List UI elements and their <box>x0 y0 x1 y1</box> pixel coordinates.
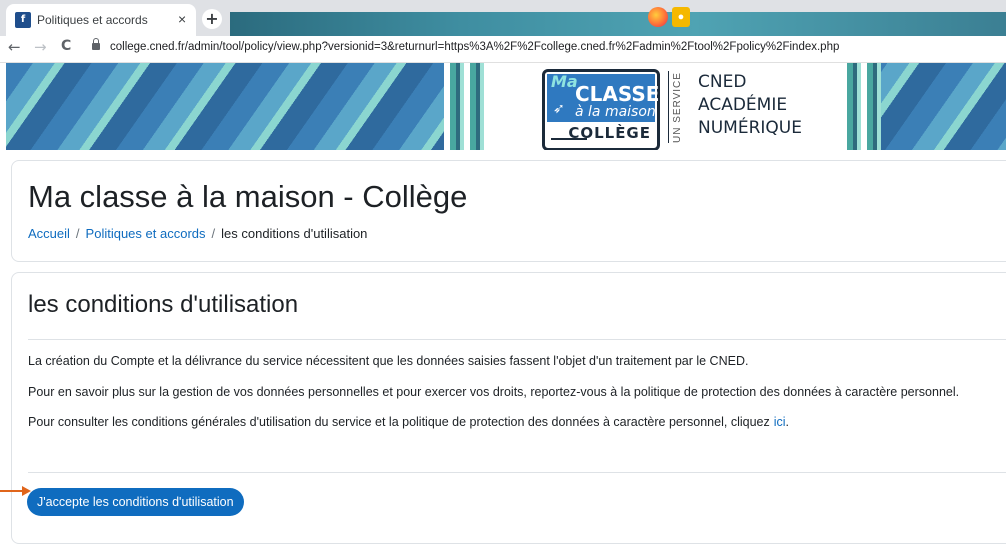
breadcrumb-separator: / <box>75 226 80 241</box>
ma-classe-logo[interactable]: Ma CLASSE ➶ à la maison COLLÈGE <box>542 69 660 150</box>
firefox-icon[interactable] <box>648 7 668 27</box>
policy-paragraph-3-text: Pour consulter les conditions générales … <box>28 415 770 429</box>
cned-academie-numerique-logo: CNED ACADÉMIE NUMÉRIQUE <box>698 71 802 140</box>
tab-close-icon[interactable]: × <box>178 11 186 27</box>
policy-paragraph-3-end: . <box>785 415 790 429</box>
annotation-arrow-head <box>22 486 31 496</box>
lock-icon[interactable] <box>92 38 100 50</box>
page-title: Ma classe à la maison - Collège <box>28 179 468 214</box>
policy-card: les conditions d'utilisation La création… <box>11 272 1006 544</box>
logo-college-text: COLLÈGE <box>568 124 651 142</box>
browser-toolbar: ← → C college.cned.fr/admin/tool/policy/… <box>0 36 1006 63</box>
page-header-card: Ma classe à la maison - Collège Accueil /… <box>11 160 1006 262</box>
browser-tabstrip: f Politiques et accords × + ● <box>0 0 1006 36</box>
logo-unservice-text: UN SERVICE <box>672 72 683 143</box>
conditions-link[interactable]: ici <box>774 415 786 429</box>
logo-alamaison-text: à la maison <box>575 104 656 120</box>
policy-paragraph-2: Pour en savoir plus sur la gestion de vo… <box>28 385 960 399</box>
logo-ma-text: Ma <box>551 72 578 91</box>
microphone-icon[interactable]: ● <box>672 7 690 27</box>
logo-cned-line: NUMÉRIQUE <box>698 118 802 138</box>
breadcrumb-separator: / <box>211 226 216 241</box>
banner-stripes-right <box>841 63 881 150</box>
policy-paragraph-3: Pour consulter les conditions générales … <box>28 415 789 429</box>
reload-button[interactable]: C <box>61 38 71 54</box>
back-button[interactable]: ← <box>8 38 21 56</box>
logo-cned-line: CNED <box>698 72 747 92</box>
cursor-icon: ➶ <box>553 100 565 116</box>
tab-title: Politiques et accords <box>37 13 148 27</box>
url-text[interactable]: college.cned.fr/admin/tool/policy/view.p… <box>110 41 839 53</box>
browser-tab[interactable]: f Politiques et accords × <box>6 4 196 36</box>
policy-title: les conditions d'utilisation <box>28 291 299 318</box>
divider <box>28 339 1006 340</box>
breadcrumb-current: les conditions d'utilisation <box>221 226 368 241</box>
breadcrumb-home-link[interactable]: Accueil <box>28 226 70 241</box>
site-favicon-icon: f <box>15 12 31 28</box>
site-banner: Ma CLASSE ➶ à la maison COLLÈGE UN SERVI… <box>6 63 1006 150</box>
logo-cned-line: ACADÉMIE <box>698 95 788 115</box>
accept-conditions-button[interactable]: J'accepte les conditions d'utilisation <box>27 488 244 516</box>
tabstrip-background <box>230 12 1006 36</box>
divider <box>28 472 1006 473</box>
breadcrumb-policies-link[interactable]: Politiques et accords <box>86 226 206 241</box>
banner-logo-area: Ma CLASSE ➶ à la maison COLLÈGE UN SERVI… <box>486 63 841 150</box>
forward-button[interactable]: → <box>34 38 47 56</box>
logo-top-block: Ma CLASSE ➶ à la maison <box>547 72 659 122</box>
banner-stripes-left <box>444 63 486 150</box>
policy-paragraph-1: La création du Compte et la délivrance d… <box>28 354 749 368</box>
address-bar[interactable]: college.cned.fr/admin/tool/policy/view.p… <box>86 38 1001 60</box>
logo-divider <box>668 71 669 143</box>
annotation-arrow <box>0 490 22 492</box>
logo-classe-text: CLASSE <box>575 82 660 106</box>
breadcrumb: Accueil / Politiques et accords / les condit… <box>28 226 367 241</box>
new-tab-button[interactable]: + <box>202 9 222 29</box>
